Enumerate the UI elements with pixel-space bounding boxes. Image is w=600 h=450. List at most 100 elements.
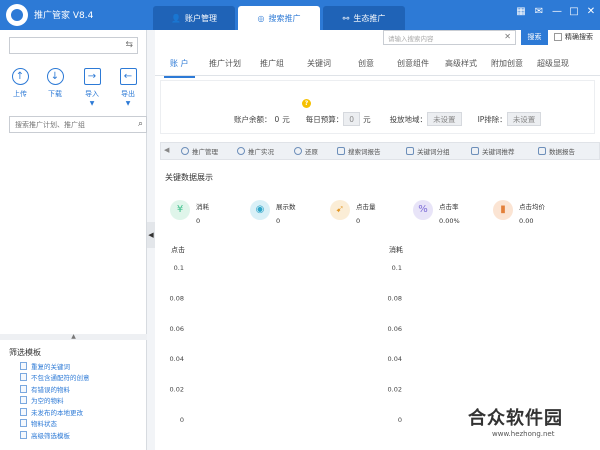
watermark: 合众软件园 www.hezhong.net — [468, 404, 563, 438]
y-tick-label: 0.1 — [392, 264, 402, 272]
sidebar-search-input[interactable] — [10, 117, 128, 132]
live-status-button[interactable]: 推广实况 — [237, 146, 274, 156]
watermark-url: www.hezhong.net — [492, 430, 555, 438]
chevron-down-icon[interactable]: ▼ — [80, 100, 104, 107]
export-icon: ← — [119, 68, 137, 85]
main-panel: 请输入搜索内容 ✕ 搜索 精确搜索 账 户 推广计划 推广组 关键词 创意 创意… — [155, 30, 600, 450]
metric-label: 点击均价 — [519, 203, 545, 211]
collapse-sidebar-button[interactable]: ◀ — [147, 222, 155, 248]
metric-value: 0 — [276, 217, 281, 225]
percent-icon: % — [413, 200, 433, 220]
skin-icon[interactable]: ▦ — [513, 6, 529, 17]
search-icon[interactable]: ⌕ — [138, 119, 143, 129]
document-icon — [20, 407, 27, 416]
metric-value: 0.00 — [519, 217, 534, 225]
scroll-left-icon[interactable]: ◀ — [164, 146, 169, 154]
cursor-icon: ➹ — [330, 200, 350, 220]
splitter-handle[interactable]: ▲ — [0, 334, 147, 340]
download-icon: ↓ — [46, 68, 64, 85]
tab-super-display[interactable]: 超级显现 — [537, 58, 569, 69]
action-toolbar: ◀ 推广管理 推广实况 还原 搜索词报告 关键词分组 关键词推荐 数据报告 — [160, 142, 600, 160]
restore-button[interactable]: 还原 — [294, 146, 318, 156]
filter-item[interactable]: 有错误的物料 — [10, 383, 90, 395]
metric-card: ▮ 点击均价 0.00 — [493, 200, 545, 225]
filter-item[interactable]: 未发布的本地更改 — [10, 406, 90, 418]
tab-search-promotion[interactable]: ◎ 搜索推广 — [238, 6, 320, 30]
keyword-recommend-button[interactable]: 关键词推荐 — [471, 146, 515, 156]
swap-icon[interactable]: ⇆ — [125, 40, 133, 50]
budget-value[interactable]: 0 — [343, 112, 361, 126]
app-logo-icon — [6, 4, 28, 26]
tab-account[interactable]: 账 户 — [164, 58, 194, 78]
tab-ecosystem-promotion[interactable]: ⚯ 生态推广 — [323, 6, 405, 30]
tab-extra-creatives[interactable]: 附加创意 — [491, 58, 523, 69]
export-button[interactable]: ← 导出 ▼ — [116, 68, 140, 107]
close-button[interactable]: ✕ — [583, 6, 599, 17]
filter-item[interactable]: 物料状态 — [10, 418, 90, 430]
y-tick-label: 0.04 — [170, 355, 184, 363]
chevron-down-icon[interactable]: ▼ — [116, 100, 140, 107]
metric-text: 点击量 0 — [356, 201, 376, 225]
upload-button[interactable]: ↑ 上传 — [8, 68, 32, 99]
tab-creative-components[interactable]: 创意组件 — [397, 58, 429, 69]
clear-icon[interactable]: ✕ — [504, 32, 511, 41]
metric-card: % 点击率 0.00% — [413, 200, 460, 225]
watermark-text: 合众软件园 — [468, 408, 563, 429]
clicks-chart: 点击 0.1 0.08 0.06 0.04 0.02 0 — [155, 239, 365, 439]
metric-text: 展示数 0 — [276, 201, 296, 225]
tab-creatives[interactable]: 创意 — [358, 58, 374, 69]
account-select[interactable]: ⇆ — [9, 37, 138, 54]
budget-label: 每日预算： — [305, 114, 344, 124]
metric-text: 消耗 0 — [196, 201, 209, 225]
sidebar-search: ⌕ — [9, 116, 147, 133]
top-search-input[interactable]: 请输入搜索内容 ✕ — [383, 30, 516, 45]
yen-icon: ¥ — [170, 200, 190, 220]
filter-item[interactable]: 为空的物料 — [10, 395, 90, 407]
y-tick-label: 0.06 — [388, 325, 402, 333]
metric-value: 0.00% — [439, 217, 460, 225]
document-icon — [20, 430, 27, 439]
filter-item[interactable]: 高级筛选模板 — [10, 429, 90, 441]
search-button[interactable]: 搜索 — [521, 30, 548, 45]
filter-item[interactable]: 不包含通配符的创意 — [10, 372, 90, 384]
balance-unit: 元 — [282, 114, 290, 124]
download-button[interactable]: ↓ 下载 — [43, 68, 67, 99]
document-icon — [20, 384, 27, 393]
document-icon — [20, 419, 27, 428]
region-value[interactable]: 未设置 — [427, 112, 462, 126]
tab-ad-groups[interactable]: 推广组 — [260, 58, 284, 69]
data-report-button[interactable]: 数据报告 — [538, 146, 575, 156]
app-title: 推广管家 V8.4 — [34, 11, 94, 21]
group-icon — [406, 147, 414, 155]
undo-icon — [294, 147, 302, 155]
y-tick-label: 0.1 — [174, 264, 184, 272]
tab-campaigns[interactable]: 推广计划 — [209, 58, 241, 69]
balance-label: 账户余额： — [234, 114, 272, 124]
region-label: 投放地域： — [389, 114, 428, 124]
keyword-grouping-button[interactable]: 关键词分组 — [406, 146, 450, 156]
ip-exclude-value[interactable]: 未设置 — [506, 112, 542, 126]
filter-item[interactable]: 重复的关键词 — [10, 360, 90, 372]
search-icon: ◎ — [257, 13, 265, 23]
search-term-report-button[interactable]: 搜索词报告 — [337, 146, 381, 156]
exact-search-checkbox[interactable]: 精确搜索 — [554, 32, 593, 42]
minimize-button[interactable]: — — [549, 6, 565, 17]
bar-chart-icon: ▮ — [493, 200, 513, 220]
data-report-icon — [538, 147, 546, 155]
help-icon[interactable]: ? — [302, 99, 311, 108]
title-bar: 推广管家 V8.4 👤 账户管理 ◎ 搜索推广 ⚯ 生态推广 ▦ ✉ — □ ✕ — [0, 0, 600, 30]
maximize-button[interactable]: □ — [566, 6, 582, 17]
metric-text: 点击率 0.00% — [439, 201, 460, 225]
tab-keywords[interactable]: 关键词 — [307, 58, 331, 69]
ip-exclude-label: IP排除： — [477, 114, 507, 124]
tab-advanced-styles[interactable]: 高级样式 — [445, 58, 477, 69]
network-icon: ⚯ — [342, 13, 350, 23]
tab-account-management[interactable]: 👤 账户管理 — [153, 6, 235, 30]
import-button[interactable]: → 导入 ▼ — [80, 68, 104, 107]
promotion-management-button[interactable]: 推广管理 — [181, 146, 218, 156]
account-info-row: 账户余额： 0 元 每日预算： 0 元 投放地域： 未设置 IP排除： 未设置 — [234, 112, 542, 126]
metric-card: ◉ 展示数 0 — [250, 200, 296, 225]
metric-label: 点击率 — [439, 203, 459, 211]
import-icon: → — [83, 68, 101, 85]
message-icon[interactable]: ✉ — [531, 6, 547, 17]
